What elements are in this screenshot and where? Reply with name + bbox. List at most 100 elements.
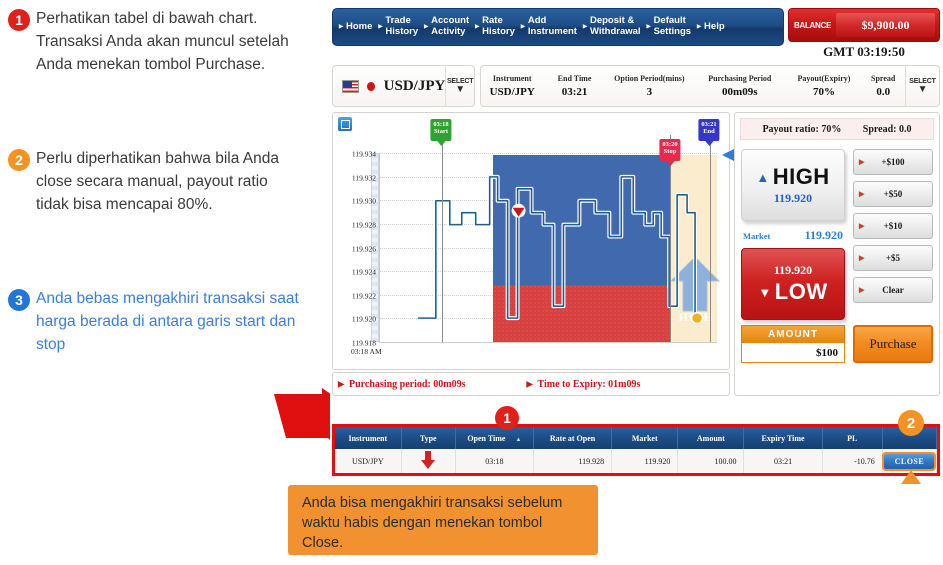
nav-item-add-instrument[interactable]: Add Instrument (519, 15, 581, 37)
info-header-spread: Spread (871, 74, 896, 83)
info-col-purchasing-period: Purchasing Period 00m09s (693, 66, 787, 106)
y-tick: 119.928 (351, 220, 376, 230)
japan-flag-icon (367, 81, 375, 91)
high-button[interactable]: ▲ HIGH 119.920 (741, 149, 845, 221)
low-button-label: LOW (774, 279, 828, 304)
amount-step-50[interactable]: +$50 (853, 181, 933, 207)
chart-end-line (710, 135, 711, 342)
triangle-down-icon: ▼ (758, 284, 772, 300)
y-tick: 119.930 (351, 196, 376, 206)
triangle-up-icon: ▲ (756, 169, 770, 185)
top-navigation-bar: Home Trade History Account Activity Rate… (332, 8, 784, 46)
annotation-overlay-badge-1: 1 (495, 406, 519, 430)
trading-app-window: Home Trade History Account Activity Rate… (330, 0, 943, 565)
chart-marker-end-label: End (703, 128, 715, 136)
chevron-down-icon: ▼ (455, 84, 465, 95)
info-header-end-time: End Time (557, 74, 592, 83)
close-button[interactable]: CLOSE (882, 451, 937, 471)
info-value-payout: 70% (812, 86, 835, 98)
low-button[interactable]: 119.920 ▼ LOW (741, 248, 845, 320)
cell-expiry-time: 03:21 (743, 449, 823, 473)
gridline: 119.918 (352, 339, 717, 348)
us-flag-icon (342, 79, 360, 93)
chart-plot-area: 119.934 119.932 119.930 119.928 119.926 … (352, 135, 721, 474)
chart-start-line (442, 135, 443, 342)
chart-marker-stop-time: 03:20 (662, 141, 678, 148)
annotation-badge-3: 3 (8, 289, 30, 311)
chart-stop-line (670, 135, 671, 342)
info-select-button[interactable]: SELECT ▼ (905, 66, 939, 106)
annotation-panel: 1 Perhatikan tabel di bawah chart. Trans… (0, 0, 354, 565)
col-open-time[interactable]: Open Time ▲ (455, 427, 534, 449)
payout-info-bar: Payout ratio: 70% Spread: 0.0 (740, 118, 934, 140)
cell-open-time: 03:18 (455, 449, 534, 473)
annotation-text-3: Anda bebas mengakhiri transaksi saat har… (36, 290, 299, 353)
spread-label: Spread: 0.0 (862, 123, 912, 135)
price-line-series (417, 174, 704, 325)
amount-step-100[interactable]: +$100 (853, 149, 933, 175)
cell-pl: -10.76 (822, 449, 883, 473)
amount-input[interactable]: $100 (741, 342, 845, 363)
time-to-expiry-status: Time to Expiry: 01m09s (526, 379, 641, 390)
nav-item-rate-history[interactable]: Rate History (473, 15, 519, 37)
info-value-spread: 0.0 (876, 86, 891, 98)
cell-amount: 100.00 (677, 449, 745, 473)
nav-item-help[interactable]: Help (695, 21, 729, 33)
info-value-instrument: USD/JPY (489, 86, 535, 98)
instrument-selector[interactable]: USD/JPY SELECT ▼ (332, 65, 475, 107)
nav-item-home[interactable]: Home (337, 21, 376, 33)
annotation-2-pointer-icon (901, 470, 921, 484)
nav-item-account-activity[interactable]: Account Activity (422, 15, 473, 37)
y-tick: 119.932 (351, 173, 376, 183)
callout-text: Anda bisa mengakhiri transaksi sebelum w… (302, 495, 563, 551)
callout-box: Anda bisa mengakhiri transaksi sebelum w… (288, 485, 598, 555)
info-col-end-time: End Time 03:21 (543, 66, 605, 106)
chart-marker-start-label: Start (433, 128, 449, 136)
market-label: Market (743, 230, 771, 241)
annotation-text-2: Perlu diperhatikan bahwa bila Anda close… (36, 150, 280, 213)
nav-item-trade-history[interactable]: Trade History (376, 15, 422, 37)
table-header-row: Instrument Type Open Time ▲ Rate at Open … (335, 427, 938, 449)
annotation-badge-2: 2 (8, 149, 30, 171)
amount-clear-button[interactable]: Clear (853, 277, 933, 303)
col-type[interactable]: Type (401, 427, 456, 449)
balance-box: BALANCE $9,900.00 (788, 8, 940, 42)
y-tick: 119.926 (351, 244, 376, 253)
purchase-button[interactable]: Purchase (853, 325, 933, 363)
balance-label: BALANCE (794, 20, 832, 30)
price-chart-panel: 119.934 119.932 119.930 119.928 119.926 … (332, 112, 730, 474)
annotation-badge-1: 1 (8, 9, 30, 31)
annotation-note-3: 3 Anda bebas mengakhiri transaksi saat h… (8, 288, 304, 357)
amount-step-5[interactable]: +$5 (853, 245, 933, 271)
amount-step-10[interactable]: +$10 (853, 213, 933, 239)
info-value-end-time: 03:21 (561, 86, 588, 98)
info-header-instrument: Instrument (492, 74, 532, 83)
sort-ascending-icon: ▲ (515, 436, 522, 443)
nav-item-deposit-withdrawal[interactable]: Deposit & Withdrawal (581, 15, 645, 37)
market-price-row: Market 119.920 (743, 228, 843, 243)
y-tick: 119.920 (351, 314, 376, 324)
gmt-clock: GMT 03:19:50 (823, 44, 905, 59)
annotation-overlay-badge-2: 2 (898, 410, 924, 436)
col-pl[interactable]: PL (822, 427, 883, 449)
chart-settings-icon[interactable] (338, 117, 352, 131)
instrument-select-button[interactable]: SELECT ▼ (445, 66, 474, 106)
info-value-purchasing-period: 00m09s (722, 86, 758, 98)
col-rate-at-open[interactable]: Rate at Open (533, 427, 613, 449)
col-instrument[interactable]: Instrument (335, 427, 402, 449)
col-expiry-time[interactable]: Expiry Time (743, 427, 823, 449)
arrow-down-red-icon (421, 451, 436, 469)
chart-marker-end: 03:21 End (698, 119, 720, 141)
col-open-time-label: Open Time (467, 433, 506, 443)
cell-type (401, 449, 456, 473)
col-amount[interactable]: Amount (677, 427, 745, 449)
info-col-instrument: Instrument USD/JPY (481, 66, 543, 106)
chevron-down-icon: ▼ (917, 84, 928, 95)
col-market[interactable]: Market (611, 427, 679, 449)
info-col-payout: Payout(Expiry) 70% (787, 66, 862, 106)
low-button-price: 119.920 (773, 263, 813, 277)
annotation-note-2: 2 Perlu diperhatikan bahwa bila Anda clo… (8, 148, 304, 217)
nav-item-default-settings[interactable]: Default Settings (645, 15, 695, 37)
purchasing-period-status: Purchasing period: 00m09s (337, 379, 466, 390)
high-button-price: 119.920 (773, 191, 813, 205)
